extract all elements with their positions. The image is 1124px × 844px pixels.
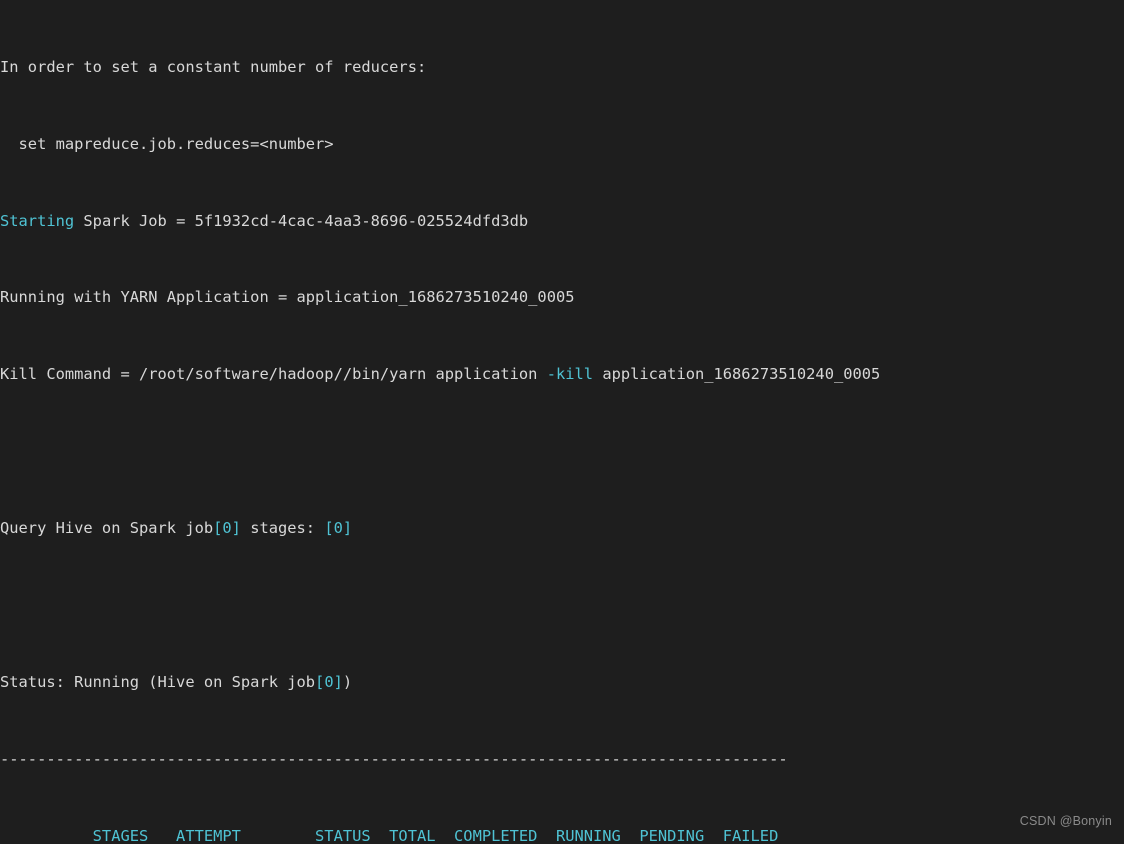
output-line: Query Hive on Spark job[0] stages: [0] bbox=[0, 519, 880, 538]
output-line: Status: Running (Hive on Spark job[0]) bbox=[0, 673, 880, 692]
kill-flag-job0: -kill bbox=[546, 365, 594, 384]
terminal-output: In order to set a constant number of red… bbox=[0, 0, 880, 844]
spark-job-id-job0: Spark Job = 5f1932cd-4cac-4aa3-8696-0255… bbox=[74, 211, 529, 230]
table-separator: ----------------------------------------… bbox=[0, 750, 880, 769]
dashed-rule: ----------------------------------------… bbox=[0, 750, 788, 768]
output-line: set mapreduce.job.reduces=<number> bbox=[0, 135, 880, 154]
query-stages-value-job0: [0] bbox=[324, 519, 353, 538]
status-running-suffix-job0: ) bbox=[342, 673, 353, 692]
terminal-window[interactable]: In order to set a constant number of red… bbox=[0, 0, 1124, 844]
status-running-prefix-job0: Status: Running (Hive on Spark job bbox=[0, 673, 316, 692]
output-line: Running with YARN Application = applicat… bbox=[0, 288, 880, 307]
reducers-constant-set-job0: set mapreduce.job.reduces=<number> bbox=[0, 134, 334, 153]
table-header-row: STAGES ATTEMPT STATUS TOTAL COMPLETED RU… bbox=[0, 827, 880, 844]
query-job-index-job0: [0] bbox=[213, 519, 241, 538]
status-running-index-job0: [0] bbox=[315, 673, 343, 692]
kill-command-prefix-job0: Kill Command = /root/software/hadoop//bi… bbox=[0, 365, 547, 384]
kill-command-suffix-job0: application_1686273510240_0005 bbox=[593, 365, 881, 384]
query-prefix-job0: Query Hive on Spark job bbox=[0, 519, 214, 538]
output-line: Starting Spark Job = 5f1932cd-4cac-4aa3-… bbox=[0, 212, 880, 231]
reducers-constant-hint-job0: In order to set a constant number of red… bbox=[0, 57, 427, 76]
watermark: CSDN @Bonyin bbox=[1019, 813, 1112, 828]
starting-keyword-job0: Starting bbox=[0, 211, 75, 230]
output-line: In order to set a constant number of red… bbox=[0, 58, 880, 77]
output-line: Kill Command = /root/software/hadoop//bi… bbox=[0, 365, 880, 384]
table-header-labels: STAGES ATTEMPT STATUS TOTAL COMPLETED RU… bbox=[0, 826, 779, 844]
query-stages-label-job0: stages: bbox=[240, 519, 325, 538]
yarn-application-line-job0: Running with YARN Application = applicat… bbox=[0, 288, 575, 307]
